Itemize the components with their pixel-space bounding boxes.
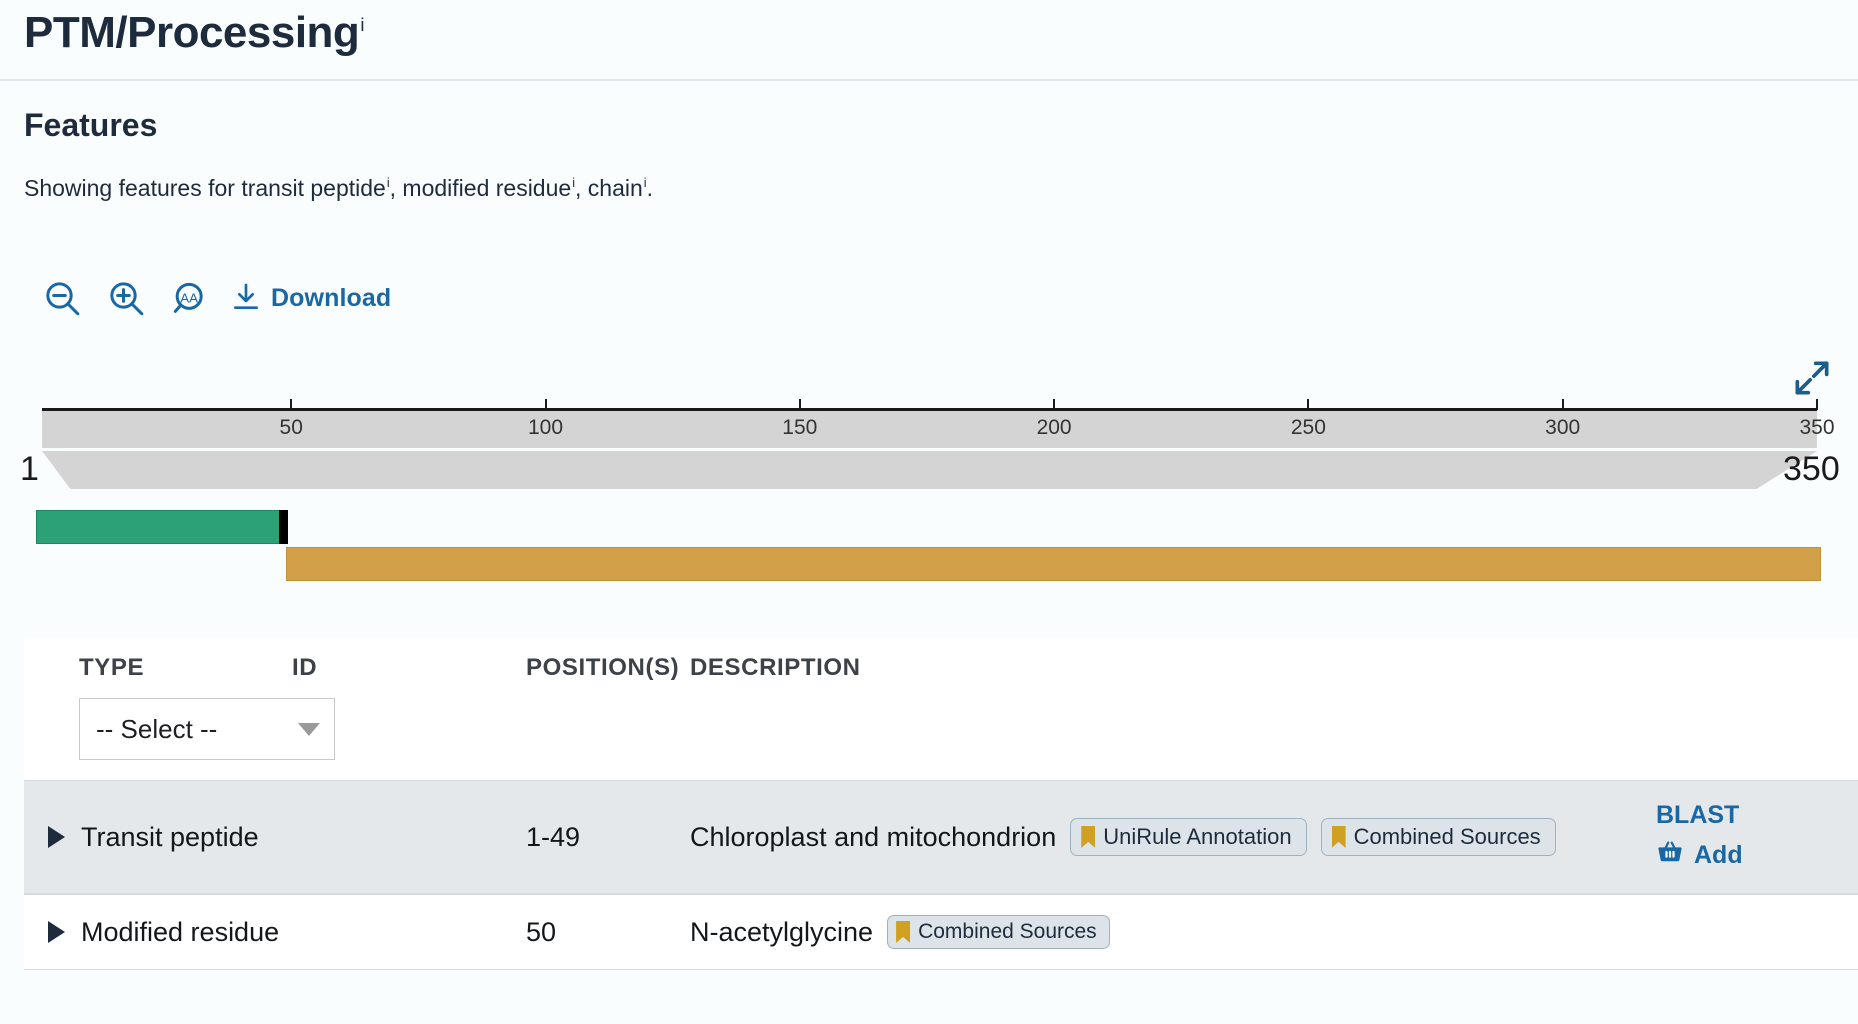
evidence-badge[interactable]: Combined Sources — [887, 915, 1110, 949]
modified-residue-marker[interactable] — [278, 510, 288, 544]
row-type-label: Transit peptide — [81, 821, 259, 852]
column-header-type: TYPE — [79, 654, 145, 681]
showing-period: . — [646, 175, 653, 201]
row-description-text: N-acetylglycine — [690, 916, 874, 947]
showing-sep-1: , — [389, 175, 403, 201]
features-table-header: TYPE -- Select -- ID POSITION(S) DESCRIP… — [24, 638, 1858, 780]
showing-term-modified-residue: modified residue — [402, 175, 572, 201]
ruler-tick — [544, 399, 547, 410]
zoom-out-icon — [42, 278, 82, 318]
showing-sep-2: , — [575, 175, 588, 201]
row-positions-cell: 1-49 — [526, 821, 581, 852]
row-type-cell: Modified residue — [24, 917, 292, 948]
column-header-description: DESCRIPTION — [690, 654, 861, 681]
zoom-amino-acid-icon: AA — [170, 278, 210, 318]
page-title-info-superscript[interactable]: i — [360, 14, 364, 35]
row-description-cell: Chloroplast and mitochondrion UniRule Ann… — [690, 818, 1638, 856]
ruler-tick — [798, 399, 801, 410]
transit-peptide-bar[interactable] — [36, 510, 286, 544]
ruler-tick — [1816, 399, 1818, 410]
bookmark-icon — [896, 921, 911, 943]
feature-tracks — [0, 510, 1858, 610]
zoom-out-button[interactable] — [30, 276, 94, 320]
ruler-tick-label: 300 — [1545, 416, 1581, 439]
page-title-text: PTM/Processing — [24, 8, 360, 57]
zoom-in-icon — [106, 278, 146, 318]
type-filter-value: -- Select -- — [96, 713, 218, 744]
download-button[interactable]: Download — [226, 281, 397, 316]
column-description: DESCRIPTION — [690, 654, 1638, 682]
column-header-id: ID — [292, 654, 318, 681]
expand-row-caret-icon[interactable] — [48, 921, 65, 943]
page-title: PTM/Processingi — [24, 8, 364, 58]
row-description-cell: N-acetylglycine Combined Sources — [690, 915, 1638, 949]
ruler-tick-label: 100 — [527, 416, 564, 439]
download-icon — [230, 281, 262, 316]
column-id: ID — [292, 654, 526, 682]
viewer-toolbar: AA Download — [30, 276, 397, 320]
row-type-label: Modified residue — [81, 916, 280, 947]
row-type-cell: Transit peptide — [24, 822, 292, 853]
column-header-positions: POSITION(S) — [526, 654, 680, 681]
expand-fullscreen-button[interactable] — [1790, 356, 1834, 405]
type-filter-select[interactable]: -- Select -- — [79, 698, 335, 760]
table-row[interactable]: Modified residue 50 N-acetylglycine Combine… — [24, 894, 1858, 970]
zoom-in-button[interactable] — [94, 276, 158, 320]
showing-term-chain: chain — [587, 175, 643, 201]
title-divider — [0, 79, 1858, 81]
ruler-tick-label: 350 — [1799, 416, 1835, 439]
add-link[interactable]: Add — [1656, 838, 1743, 873]
showing-term-transit-peptide: transit peptide — [241, 175, 386, 201]
evidence-badge[interactable]: UniRule Annotation — [1070, 818, 1307, 856]
blast-link[interactable]: BLAST — [1656, 801, 1739, 830]
sequence-ruler[interactable]: 50 100 150 200 250 300 350 1 350 — [0, 399, 1858, 500]
ruler-tick — [1053, 399, 1056, 410]
chain-bar[interactable] — [285, 547, 1822, 581]
showing-features-line: Showing features for transit peptidei, m… — [24, 175, 653, 202]
evidence-badge-label: Combined Sources — [1353, 824, 1541, 849]
basket-icon — [1656, 838, 1684, 873]
features-table-body: Transit peptide 1-49 Chloroplast and mitoc… — [24, 780, 1858, 970]
ruler-tick — [1561, 399, 1564, 410]
expand-row-caret-icon[interactable] — [48, 826, 65, 848]
evidence-badge[interactable]: Combined Sources — [1320, 818, 1556, 856]
add-label: Add — [1694, 841, 1743, 869]
zoom-amino-acid-button[interactable]: AA — [158, 276, 222, 320]
column-type: TYPE -- Select -- — [24, 654, 335, 760]
ruler-tick-label: 250 — [1290, 416, 1326, 439]
ruler-tick-label: 50 — [279, 416, 303, 439]
features-section-title: Features — [24, 107, 158, 143]
showing-prefix: Showing features for — [24, 175, 242, 201]
row-positions-cell: 50 — [526, 916, 557, 947]
ruler-tick-label: 150 — [782, 416, 818, 439]
ruler-tick — [1307, 399, 1310, 410]
ruler-start-label: 1 — [20, 450, 39, 488]
ruler-tick — [290, 399, 293, 410]
ruler-end-label: 350 — [1783, 450, 1840, 488]
ruler-scale-band: 50 100 150 200 250 300 350 — [42, 399, 1835, 448]
ruler-tick-label: 200 — [1036, 416, 1072, 439]
download-label: Download — [271, 283, 392, 312]
bookmark-icon — [1081, 826, 1096, 848]
blast-label: BLAST — [1656, 801, 1740, 829]
svg-text:AA: AA — [180, 290, 198, 305]
ruler-sequence-band — [42, 451, 1817, 489]
column-positions: POSITION(S) — [526, 654, 690, 682]
row-actions-cell: BLAST Add — [1638, 801, 1858, 873]
row-description-text: Chloroplast and mitochondrion — [690, 821, 1057, 852]
chevron-down-icon — [298, 722, 320, 736]
evidence-badge-label: UniRule Annotation — [1103, 824, 1292, 849]
features-table: TYPE -- Select -- ID POSITION(S) DESCRIP… — [24, 638, 1858, 970]
bookmark-icon — [1331, 826, 1346, 848]
table-row[interactable]: Transit peptide 1-49 Chloroplast and mitoc… — [24, 780, 1858, 894]
ptm-processing-page: PTM/Processingi Features Showing feature… — [0, 0, 1858, 1024]
evidence-badge-label: Combined Sources — [918, 920, 1097, 943]
